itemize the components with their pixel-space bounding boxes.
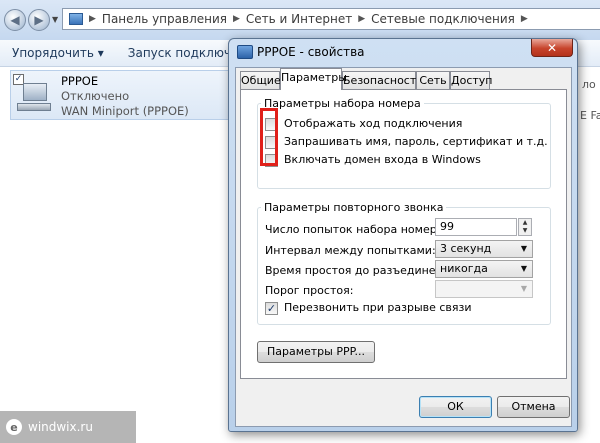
address-bar-area: ◀ ▶ ▼ ▶ Панель управления ▶ Сеть и Интер… bbox=[0, 0, 600, 40]
idle-time-label: Время простоя до разъединения: bbox=[265, 264, 461, 277]
cancel-button[interactable]: Отмена bbox=[497, 396, 570, 418]
connection-name: PPPOE bbox=[61, 74, 99, 88]
tab-security[interactable]: Безопасность bbox=[342, 71, 423, 89]
properties-dialog: PPPOE - свойства ✕ Общие Параметры Безоп… bbox=[228, 38, 578, 432]
spin-up-icon[interactable]: ▲ bbox=[519, 219, 531, 227]
include-domain-label: Включать домен входа в Windows bbox=[284, 153, 481, 166]
redial-on-drop-checkbox[interactable]: ✓ bbox=[265, 302, 278, 315]
network-connection-icon bbox=[17, 81, 53, 115]
connection-device: WAN Miniport (PPPOE) bbox=[61, 104, 189, 118]
control-panel-icon bbox=[69, 13, 83, 25]
tab-network[interactable]: Сеть bbox=[416, 71, 450, 89]
breadcrumb-separator-icon: ▶ bbox=[89, 14, 96, 24]
prompt-credentials-label: Запрашивать имя, пароль, сертификат и т.… bbox=[284, 135, 548, 148]
display-progress-label: Отображать ход подключения bbox=[284, 117, 463, 130]
connection-window-icon bbox=[237, 45, 253, 59]
redial-interval-select[interactable]: 3 секунд ▼ bbox=[435, 240, 533, 258]
connection-item-pppoe[interactable]: ✓ PPPOE Отключено WAN Miniport (PPPOE) bbox=[10, 70, 230, 120]
redial-attempts-label: Число попыток набора номера: bbox=[265, 223, 448, 236]
partial-item-text: E Far bbox=[580, 109, 600, 122]
back-button[interactable]: ◀ bbox=[4, 9, 26, 31]
dialog-body: Общие Параметры Безопасность Сеть Доступ… bbox=[235, 67, 572, 427]
breadcrumb-separator-icon: ▶ bbox=[520, 14, 528, 24]
spin-down-icon[interactable]: ▼ bbox=[519, 227, 531, 235]
address-field[interactable]: ▶ Панель управления ▶ Сеть и Интернет ▶ … bbox=[62, 8, 600, 30]
tab-options[interactable]: Параметры bbox=[280, 68, 347, 90]
close-button[interactable]: ✕ bbox=[531, 39, 573, 57]
ppp-settings-button[interactable]: Параметры PPP... bbox=[257, 341, 375, 363]
breadcrumb-separator-icon: ▶ bbox=[233, 14, 240, 24]
watermark-text: windwix.ru bbox=[28, 420, 93, 434]
dialing-options-label: Параметры набора номера bbox=[261, 97, 424, 110]
idle-threshold-select[interactable]: ▼ bbox=[435, 280, 533, 298]
highlight-box bbox=[260, 108, 278, 166]
connection-status: Отключено bbox=[61, 89, 130, 103]
redial-interval-label: Интервал между попытками: bbox=[265, 244, 436, 257]
forward-arrow-icon: ▶ bbox=[34, 13, 44, 27]
idle-time-value: никогда bbox=[440, 262, 488, 275]
breadcrumb-network-internet[interactable]: Сеть и Интернет bbox=[246, 12, 352, 26]
organize-button[interactable]: Упорядочить ▾ bbox=[12, 46, 104, 60]
redial-attempts-spinner[interactable]: ▲ ▼ bbox=[518, 218, 532, 236]
chevron-down-icon: ▼ bbox=[520, 284, 528, 293]
partial-item-text: ло bbox=[582, 78, 596, 91]
idle-threshold-label: Порог простоя: bbox=[265, 284, 354, 297]
breadcrumb-separator-icon: ▶ bbox=[358, 14, 366, 24]
breadcrumb-control-panel[interactable]: Панель управления bbox=[102, 12, 227, 26]
chevron-down-icon: ▼ bbox=[520, 264, 528, 273]
back-arrow-icon: ◀ bbox=[10, 13, 20, 27]
chevron-down-icon: ▼ bbox=[520, 244, 528, 253]
tab-general[interactable]: Общие bbox=[240, 71, 281, 89]
idle-time-select[interactable]: никогда ▼ bbox=[435, 260, 533, 278]
history-dropdown-icon[interactable]: ▼ bbox=[52, 15, 58, 24]
dialog-title: PPPOE - свойства bbox=[257, 45, 365, 59]
breadcrumb-network-connections[interactable]: Сетевые подключения bbox=[371, 12, 515, 26]
tab-sharing[interactable]: Доступ bbox=[450, 71, 492, 89]
close-icon: ✕ bbox=[546, 40, 558, 55]
watermark-logo-icon: e bbox=[6, 419, 22, 435]
redial-attempts-input[interactable]: 99 bbox=[435, 218, 517, 236]
redial-interval-value: 3 секунд bbox=[440, 242, 492, 255]
redial-on-drop-label: Перезвонить при разрыве связи bbox=[284, 301, 472, 314]
options-tab-panel: Параметры набора номера Отображать ход п… bbox=[240, 89, 567, 379]
forward-button[interactable]: ▶ bbox=[28, 9, 50, 31]
ok-button[interactable]: ОК bbox=[419, 396, 492, 418]
watermark: e windwix.ru bbox=[0, 411, 136, 443]
redial-options-label: Параметры повторного звонка bbox=[261, 201, 447, 214]
